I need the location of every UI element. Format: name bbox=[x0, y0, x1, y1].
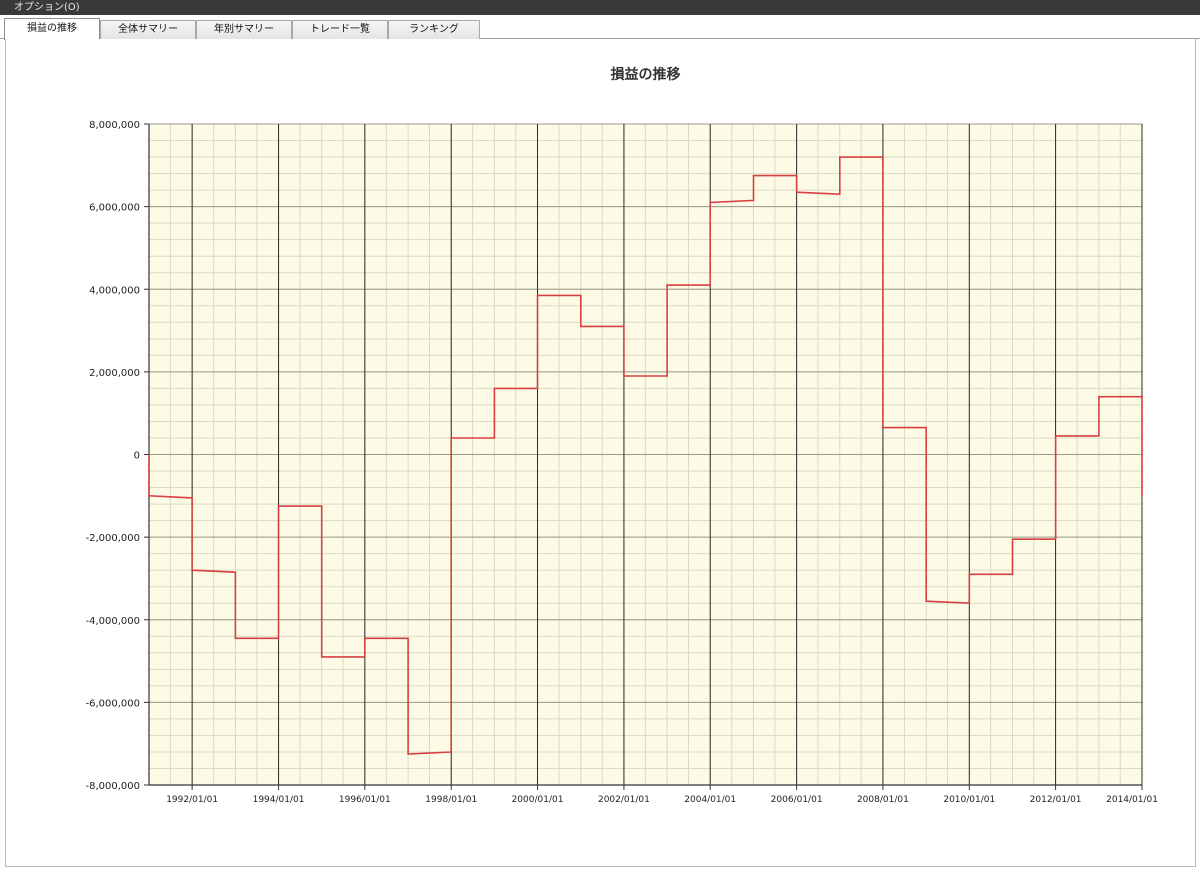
y-tick-label: 6,000,000 bbox=[89, 203, 140, 214]
tab-yearly-summary[interactable]: 年別サマリー bbox=[196, 20, 292, 39]
menu-options[interactable]: オプション(O) bbox=[14, 2, 80, 13]
y-tick-label: 8,000,000 bbox=[89, 120, 140, 131]
x-tick-label: 2010/01/01 bbox=[943, 795, 995, 805]
x-tick-label: 1998/01/01 bbox=[425, 795, 477, 805]
x-tick-labels: 1992/01/01 1994/01/01 1996/01/01 1998/01/01… bbox=[166, 795, 1158, 805]
y-tick-label: 4,000,000 bbox=[89, 285, 140, 296]
x-tick-label: 1992/01/01 bbox=[166, 795, 218, 805]
y-tick-label: -4,000,000 bbox=[85, 616, 140, 627]
x-tick-label: 2014/01/01 bbox=[1106, 795, 1158, 805]
x-tick-label: 2012/01/01 bbox=[1030, 795, 1082, 805]
y-tick-label: -6,000,000 bbox=[85, 698, 140, 709]
x-tick-label: 1994/01/01 bbox=[253, 795, 305, 805]
x-tick-label: 2000/01/01 bbox=[512, 795, 564, 805]
tab-strip: 損益の推移 全体サマリー 年別サマリー トレード一覧 ランキング bbox=[0, 15, 1200, 40]
tab-trade-list[interactable]: トレード一覧 bbox=[292, 20, 388, 39]
y-tick-label: 0 bbox=[134, 451, 140, 462]
profit-chart: 8,000,000 6,000,000 4,000,000 2,000,000 0 -2,… bbox=[85, 66, 1158, 805]
y-tick-label: -2,000,000 bbox=[85, 533, 140, 544]
y-tick-label: -8,000,000 bbox=[85, 781, 140, 792]
chart-title: 損益の推移 bbox=[611, 66, 681, 83]
x-tick-label: 2008/01/01 bbox=[857, 795, 909, 805]
menu-bar: オプション(O) bbox=[0, 0, 1200, 15]
y-tick-labels: 8,000,000 6,000,000 4,000,000 2,000,000 0 -2,… bbox=[85, 120, 140, 792]
tab-ranking[interactable]: ランキング bbox=[388, 20, 480, 39]
x-tick-label: 1996/01/01 bbox=[339, 795, 391, 805]
chart-panel: 8,000,000 6,000,000 4,000,000 2,000,000 0 -2,… bbox=[5, 39, 1196, 867]
y-tick-label: 2,000,000 bbox=[89, 368, 140, 379]
x-tick-label: 2006/01/01 bbox=[771, 795, 823, 805]
x-tick-label: 2002/01/01 bbox=[598, 795, 650, 805]
tab-profit-trend[interactable]: 損益の推移 bbox=[4, 18, 100, 40]
tab-overall-summary[interactable]: 全体サマリー bbox=[100, 20, 196, 39]
x-tick-label: 2004/01/01 bbox=[684, 795, 736, 805]
